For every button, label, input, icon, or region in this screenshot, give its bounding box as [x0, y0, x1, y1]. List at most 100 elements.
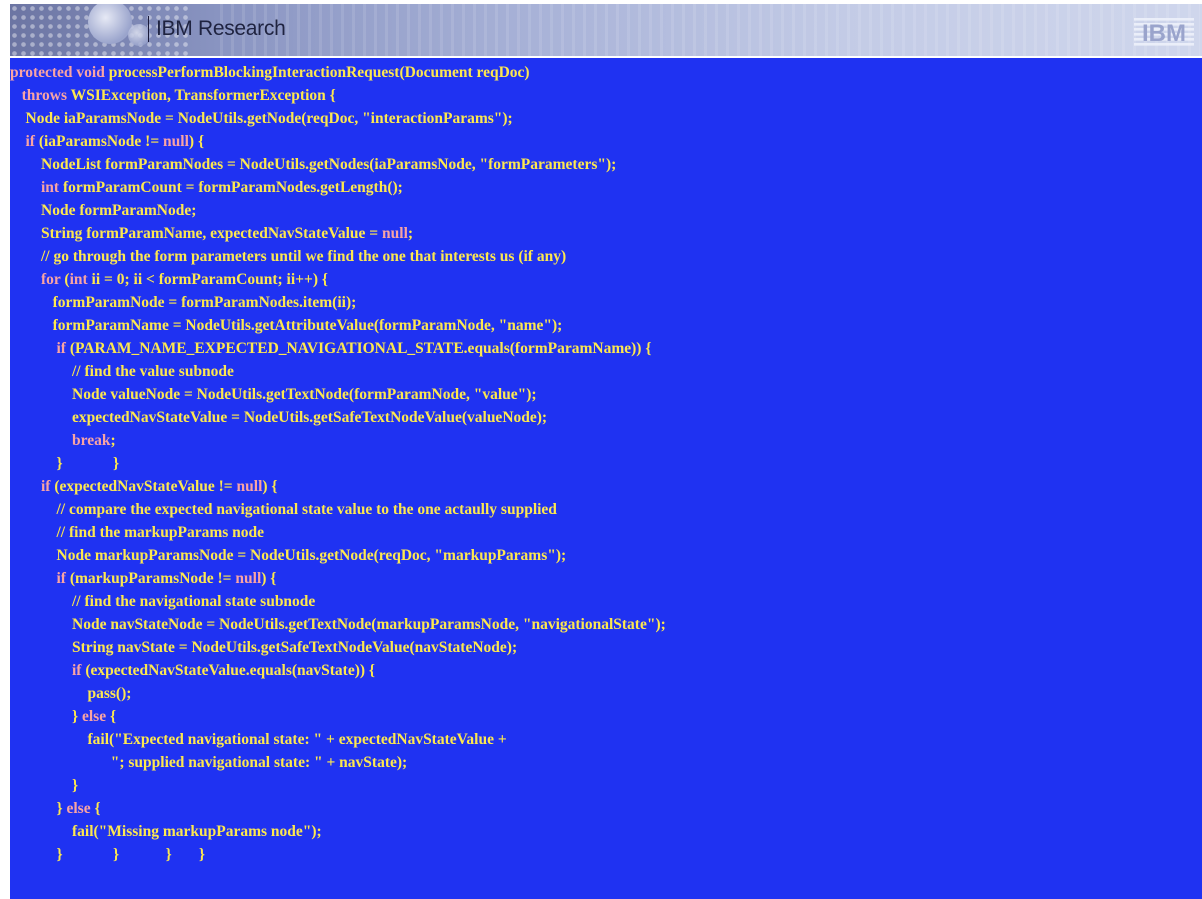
- code-text: "; supplied navigational state: " + navS…: [110, 754, 408, 771]
- code-line: if (PARAM_NAME_EXPECTED_NAVIGATIONAL_STA…: [10, 337, 666, 360]
- code-text: Node markupParamsNode = NodeUtils.getNod…: [56, 547, 567, 564]
- code-line: if (iaParamsNode != null) {: [10, 130, 666, 153]
- code-line: break;: [10, 429, 666, 452]
- code-text: processPerformBlockingInteractionRequest…: [104, 64, 530, 81]
- code-text: // find the markupParams node: [56, 524, 265, 541]
- banner-divider: [148, 16, 149, 42]
- code-text: ;: [407, 225, 414, 242]
- code-keyword: int: [41, 179, 60, 196]
- code-keyword: if: [25, 133, 35, 150]
- code-text: WSIException, TransformerException {: [66, 87, 336, 104]
- code-text: fail("Missing markupParams node");: [72, 823, 322, 840]
- code-line: // compare the expected navigational sta…: [10, 498, 666, 521]
- code-keyword: for: [41, 271, 61, 288]
- code-line: } else {: [10, 797, 666, 820]
- header-banner: IBM Research IBM: [10, 4, 1202, 56]
- code-text: // compare the expected navigational sta…: [56, 501, 557, 518]
- code-line: fail("Missing markupParams node");: [10, 820, 666, 843]
- code-line: } } } }: [10, 843, 666, 866]
- slide: IBM Research IBM protected void processP…: [0, 0, 1202, 899]
- code-line: Node iaParamsNode = NodeUtils.getNode(re…: [10, 107, 666, 130]
- code-line: // find the value subnode: [10, 360, 666, 383]
- code-line: NodeList formParamNodes = NodeUtils.getN…: [10, 153, 666, 176]
- code-block: protected void processPerformBlockingInt…: [10, 58, 666, 866]
- code-text: String navState = NodeUtils.getSafeTextN…: [72, 639, 518, 656]
- code-line: formParamName = NodeUtils.getAttributeVa…: [10, 314, 666, 337]
- code-text: String formParamName, expectedNavStateVa…: [41, 225, 383, 242]
- code-line: Node navStateNode = NodeUtils.getTextNod…: [10, 613, 666, 636]
- code-keyword: null: [163, 133, 189, 150]
- code-keyword: if: [56, 570, 66, 587]
- code-line: if (expectedNavStateValue.equals(navStat…: [10, 659, 666, 682]
- code-line: if (markupParamsNode != null) {: [10, 567, 666, 590]
- code-keyword: if: [56, 340, 66, 357]
- code-line: String formParamName, expectedNavStateVa…: [10, 222, 666, 245]
- code-panel: protected void processPerformBlockingInt…: [10, 58, 1202, 899]
- code-text: expectedNavStateValue = NodeUtils.getSaf…: [72, 409, 548, 426]
- code-text: (expectedNavStateValue !=: [50, 478, 237, 495]
- code-text: (PARAM_NAME_EXPECTED_NAVIGATIONAL_STATE.…: [65, 340, 652, 357]
- code-keyword: null: [235, 570, 262, 587]
- code-line: String navState = NodeUtils.getSafeTextN…: [10, 636, 666, 659]
- code-keyword: int: [69, 271, 88, 288]
- code-text: (markupParamsNode !=: [65, 570, 236, 587]
- code-line: } }: [10, 452, 666, 475]
- code-text: formParamCount = formParamNodes.getLengt…: [59, 179, 403, 196]
- code-keyword: throws: [21, 87, 67, 104]
- code-text: ;: [110, 432, 116, 449]
- code-line: expectedNavStateValue = NodeUtils.getSaf…: [10, 406, 666, 429]
- code-text: // find the navigational state subnode: [72, 593, 316, 610]
- code-line: throws WSIException, TransformerExceptio…: [10, 84, 666, 107]
- code-line: if (expectedNavStateValue != null) {: [10, 475, 666, 498]
- code-line: Node markupParamsNode = NodeUtils.getNod…: [10, 544, 666, 567]
- code-keyword: protected void: [10, 64, 105, 81]
- code-text: pass();: [87, 685, 132, 702]
- code-text: {: [106, 708, 117, 725]
- code-text: Node iaParamsNode = NodeUtils.getNode(re…: [25, 110, 513, 127]
- code-text: ) {: [262, 478, 278, 495]
- code-text: Node formParamNode;: [41, 202, 197, 219]
- ibm-logo-text: IBM: [1142, 20, 1186, 46]
- code-text: Node valueNode = NodeUtils.getTextNode(f…: [72, 386, 537, 403]
- code-line: // go through the form parameters until …: [10, 245, 666, 268]
- code-line: "; supplied navigational state: " + navS…: [10, 751, 666, 774]
- code-line: // find the navigational state subnode: [10, 590, 666, 613]
- code-text: // go through the form parameters until …: [41, 248, 567, 265]
- code-line: int formParamCount = formParamNodes.getL…: [10, 176, 666, 199]
- code-keyword: null: [236, 478, 263, 495]
- code-text: {: [90, 800, 101, 817]
- code-text: }: [56, 800, 67, 817]
- code-line: pass();: [10, 682, 666, 705]
- code-keyword: null: [382, 225, 408, 242]
- code-text: Node navStateNode = NodeUtils.getTextNod…: [72, 616, 666, 633]
- code-line: formParamNode = formParamNodes.item(ii);: [10, 291, 666, 314]
- code-text: } } } }: [56, 846, 205, 863]
